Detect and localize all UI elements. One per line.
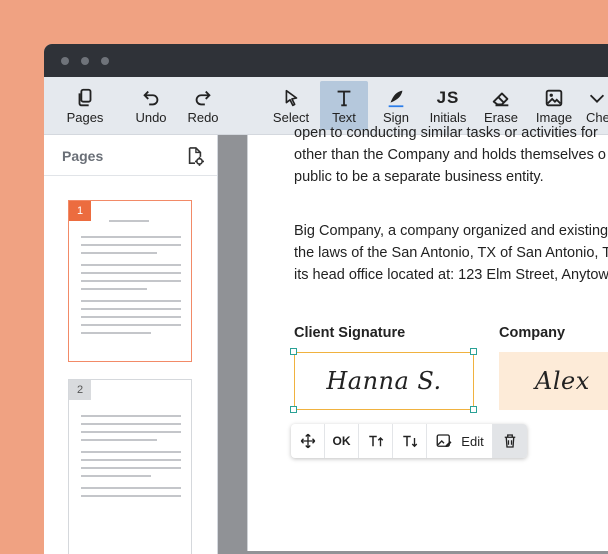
pages-sidebar: Pages 1 2 xyxy=(44,135,218,554)
client-signature: Hanna S. xyxy=(326,367,442,395)
text-line: its head office located at: 123 Elm Stre… xyxy=(294,267,608,283)
company-signature: Alex xyxy=(535,367,590,395)
page-number-badge: 2 xyxy=(69,380,91,400)
text-line: other than the Company and holds themsel… xyxy=(294,147,606,163)
undo-icon xyxy=(143,90,159,105)
pages-icon xyxy=(78,88,92,106)
toolbar-undo-label: Undo xyxy=(135,109,167,125)
toolbar-pages-label: Pages xyxy=(66,109,104,125)
page-thumbnail-1[interactable]: 1 xyxy=(68,200,192,362)
move-icon xyxy=(300,433,315,449)
client-signature-label: Client Signature xyxy=(294,325,406,341)
window-dot-close[interactable] xyxy=(61,57,69,65)
eraser-icon xyxy=(492,92,509,106)
toolbar-redo-label: Redo xyxy=(187,109,219,125)
company-label: Company xyxy=(499,325,566,341)
signature-floating-toolbar: OK Edit xyxy=(291,424,527,458)
increase-size-button[interactable] xyxy=(359,424,393,458)
document-paragraph-2: Big Company, a company organized and exi… xyxy=(294,220,608,286)
text-size-up-icon xyxy=(368,435,383,447)
text-size-down-icon xyxy=(402,435,417,448)
ok-button[interactable]: OK xyxy=(325,424,359,458)
page-number-badge: 1 xyxy=(69,201,91,221)
toolbar-undo-button[interactable]: Undo xyxy=(132,77,170,134)
initials-icon: JS xyxy=(436,87,460,107)
image-icon xyxy=(545,89,563,106)
text-line: public to be a separate business entity. xyxy=(294,169,544,185)
sidebar-title: Pages xyxy=(62,148,104,164)
decrease-size-button[interactable] xyxy=(393,424,427,458)
text-icon xyxy=(337,90,351,106)
document-paragraph-1: open to conducting similar tasks or acti… xyxy=(294,122,606,188)
toolbar-pages-button[interactable]: Pages xyxy=(64,77,106,134)
page-thumbnail-2[interactable]: 2 xyxy=(68,379,192,554)
window-dot-maximize[interactable] xyxy=(101,57,109,65)
sidebar-header: Pages xyxy=(44,135,217,176)
page-settings-icon[interactable] xyxy=(186,146,204,166)
text-line: open to conducting similar tasks or acti… xyxy=(294,125,598,141)
delete-button[interactable] xyxy=(493,424,527,458)
edit-button[interactable]: Edit xyxy=(427,424,493,458)
resize-handle-top-right[interactable] xyxy=(470,348,477,355)
trash-icon xyxy=(504,434,516,448)
resize-handle-bottom-left[interactable] xyxy=(290,406,297,413)
edit-label: Edit xyxy=(461,433,484,449)
chevron-down-icon xyxy=(589,94,605,103)
window-dot-minimize[interactable] xyxy=(81,57,89,65)
text-line: Big Company, a company organized and exi… xyxy=(294,223,608,239)
move-button[interactable] xyxy=(291,424,325,458)
resize-handle-bottom-right[interactable] xyxy=(470,406,477,413)
redo-icon xyxy=(195,90,211,105)
toolbar-redo-button[interactable]: Redo xyxy=(184,77,222,134)
client-signature-field[interactable]: Hanna S. xyxy=(294,352,474,410)
company-signature-field[interactable]: Alex xyxy=(499,352,608,410)
pen-icon xyxy=(388,90,404,107)
editor-window: Pages Undo Redo Select Text Sign JS Init… xyxy=(44,44,608,554)
resize-handle-top-left[interactable] xyxy=(290,348,297,355)
cursor-icon xyxy=(285,89,298,106)
title-bar xyxy=(44,44,608,77)
text-line: the laws of the San Antonio, TX of San A… xyxy=(294,245,608,261)
document-page xyxy=(247,135,608,551)
edit-image-icon xyxy=(436,434,452,447)
